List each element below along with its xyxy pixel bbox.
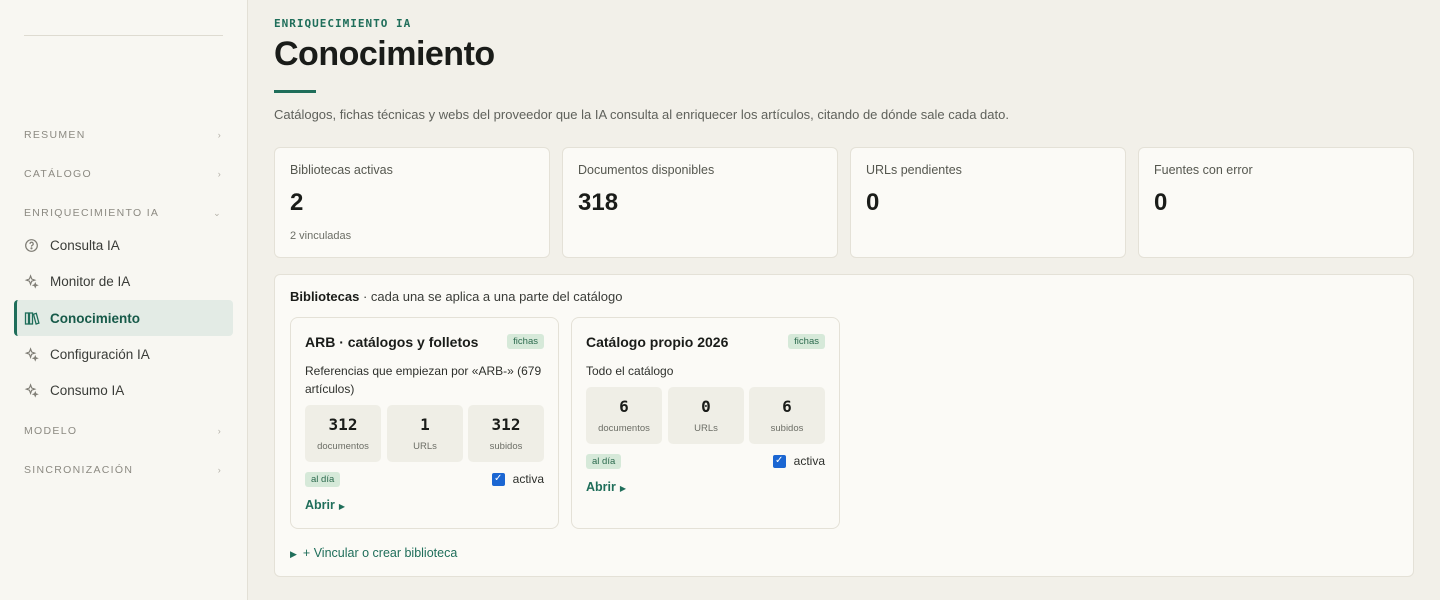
nav-section-label: CATÁLOGO bbox=[24, 168, 92, 180]
sidebar: RESUMEN › CATÁLOGO › ENRIQUECIMIENTO IA … bbox=[0, 0, 248, 600]
metric-label: subidos bbox=[770, 423, 804, 434]
metric-subidos: 6 subidos bbox=[749, 387, 825, 444]
stat-value: 0 bbox=[1154, 189, 1168, 216]
metric-label: subidos bbox=[489, 441, 523, 452]
stat-label: Fuentes con error bbox=[1154, 163, 1253, 177]
metric-value: 1 bbox=[420, 415, 430, 434]
stat-value: 2 bbox=[290, 189, 304, 216]
stat-label: Documentos disponibles bbox=[578, 163, 715, 177]
sidebar-item-monitor-ia[interactable]: Monitor de IA bbox=[14, 263, 233, 299]
library-card-catalogo-propio: Catálogo propio 2026 fichas Todo el catá… bbox=[571, 317, 840, 529]
sparkles-icon bbox=[23, 346, 40, 363]
metric-label: URLs bbox=[413, 441, 437, 452]
active-checkbox[interactable]: ✓ activa bbox=[772, 454, 825, 468]
stat-card-urls-pendientes: URLs pendientes 0 bbox=[850, 147, 1126, 258]
nav-section-label: SINCRONIZACIÓN bbox=[24, 464, 134, 476]
open-label: Abrir bbox=[586, 480, 616, 494]
disclosure-triangle-icon: ▶ bbox=[290, 549, 297, 559]
metric-urls: 0 URLs bbox=[668, 387, 744, 444]
open-library-link[interactable]: Abrir ▶ bbox=[586, 480, 626, 494]
library-type-badge: fichas bbox=[507, 334, 544, 349]
chevron-right-icon: › bbox=[217, 169, 222, 179]
metric-label: documentos bbox=[598, 423, 650, 434]
caret-right-icon: ▶ bbox=[619, 484, 627, 493]
metric-documentos: 312 documentos bbox=[305, 405, 381, 462]
libraries-heading-rest: · cada una se aplica a una parte del cat… bbox=[359, 289, 623, 304]
metric-documentos: 6 documentos bbox=[586, 387, 662, 444]
status-badge: al día bbox=[586, 454, 622, 469]
library-scope: Todo el catálogo bbox=[586, 364, 674, 378]
active-label: activa bbox=[793, 454, 825, 468]
chat-question-icon bbox=[23, 237, 40, 254]
stat-label: Bibliotecas activas bbox=[290, 163, 393, 177]
stat-value: 318 bbox=[578, 189, 619, 216]
title-underline bbox=[274, 90, 316, 93]
library-name: Catálogo propio 2026 bbox=[586, 334, 729, 350]
sparkles-icon bbox=[23, 273, 40, 290]
metric-value: 312 bbox=[328, 415, 358, 434]
chevron-right-icon: › bbox=[217, 426, 222, 436]
library-type-badge: fichas bbox=[788, 334, 825, 349]
nav-section-label: ENRIQUECIMIENTO IA bbox=[24, 207, 160, 219]
metric-value: 6 bbox=[619, 397, 629, 416]
open-library-link[interactable]: Abrir ▶ bbox=[305, 498, 345, 512]
metric-subidos: 312 subidos bbox=[468, 405, 544, 462]
sparkles-icon bbox=[23, 382, 40, 399]
sidebar-item-configuracion-ia[interactable]: Configuración IA bbox=[14, 336, 233, 372]
metric-value: 312 bbox=[491, 415, 521, 434]
active-label: activa bbox=[512, 472, 544, 486]
nav-section-catalogo[interactable]: CATÁLOGO › bbox=[24, 166, 224, 182]
library-name: ARB · catálogos y folletos bbox=[305, 334, 479, 350]
checkbox-checked-icon[interactable]: ✓ bbox=[491, 472, 505, 486]
page-eyebrow: ENRIQUECIMIENTO IA bbox=[274, 17, 412, 30]
stat-card-fuentes-con-error: Fuentes con error 0 bbox=[1138, 147, 1414, 258]
metric-label: URLs bbox=[694, 423, 718, 434]
chevron-right-icon: › bbox=[217, 465, 222, 475]
page-title: Conocimiento bbox=[274, 35, 495, 73]
stat-card-documentos-disponibles: Documentos disponibles 318 bbox=[562, 147, 838, 258]
stat-card-bibliotecas-activas: Bibliotecas activas 2 2 vinculadas bbox=[274, 147, 550, 258]
nav-section-label: RESUMEN bbox=[24, 129, 86, 141]
sidebar-item-consulta-ia[interactable]: Consulta IA bbox=[14, 227, 233, 263]
stat-sub: 2 vinculadas bbox=[290, 230, 352, 242]
nav-section-label: MODELO bbox=[24, 425, 78, 437]
library-card-arb: ARB · catálogos y folletos fichas Refere… bbox=[290, 317, 559, 529]
sidebar-item-label: Configuración IA bbox=[50, 346, 150, 362]
library-icon bbox=[23, 310, 40, 327]
chevron-right-icon: › bbox=[217, 130, 222, 140]
page-description: Catálogos, fichas técnicas y webs del pr… bbox=[274, 107, 1009, 122]
sidebar-item-label: Consumo IA bbox=[50, 382, 125, 398]
metric-value: 6 bbox=[782, 397, 792, 416]
sidebar-item-consumo-ia[interactable]: Consumo IA bbox=[14, 372, 233, 408]
libraries-heading: Bibliotecas · cada una se aplica a una p… bbox=[290, 289, 622, 304]
checkbox-checked-icon[interactable]: ✓ bbox=[772, 454, 786, 468]
stat-value: 0 bbox=[866, 189, 880, 216]
metric-label: documentos bbox=[317, 441, 369, 452]
open-label: Abrir bbox=[305, 498, 335, 512]
metric-urls: 1 URLs bbox=[387, 405, 463, 462]
libraries-panel: Bibliotecas · cada una se aplica a una p… bbox=[274, 274, 1414, 577]
sidebar-item-label: Consulta IA bbox=[50, 237, 120, 253]
sidebar-item-label: Monitor de IA bbox=[50, 273, 131, 289]
library-scope: Referencias que empiezan por «ARB-» (679… bbox=[305, 364, 542, 396]
active-checkbox[interactable]: ✓ activa bbox=[491, 472, 544, 486]
sidebar-item-conocimiento[interactable]: Conocimiento bbox=[14, 300, 233, 336]
sidebar-item-label: Conocimiento bbox=[50, 310, 140, 326]
metric-value: 0 bbox=[701, 397, 711, 416]
nav-section-modelo[interactable]: MODELO › bbox=[24, 423, 224, 439]
sidebar-divider bbox=[24, 35, 223, 36]
nav-section-enriquecimiento[interactable]: ENRIQUECIMIENTO IA ⌄ bbox=[24, 205, 224, 221]
libraries-heading-bold: Bibliotecas bbox=[290, 289, 360, 304]
caret-right-icon: ▶ bbox=[338, 502, 346, 511]
nav-section-sincronizacion[interactable]: SINCRONIZACIÓN › bbox=[24, 462, 224, 478]
chevron-down-icon: ⌄ bbox=[213, 207, 222, 218]
create-library-label: + Vincular o crear biblioteca bbox=[302, 546, 458, 560]
nav-section-resumen[interactable]: RESUMEN › bbox=[24, 127, 224, 143]
status-badge: al día bbox=[305, 472, 341, 487]
create-library-toggle[interactable]: ▶ + Vincular o crear biblioteca bbox=[290, 546, 457, 560]
stat-label: URLs pendientes bbox=[866, 163, 962, 177]
